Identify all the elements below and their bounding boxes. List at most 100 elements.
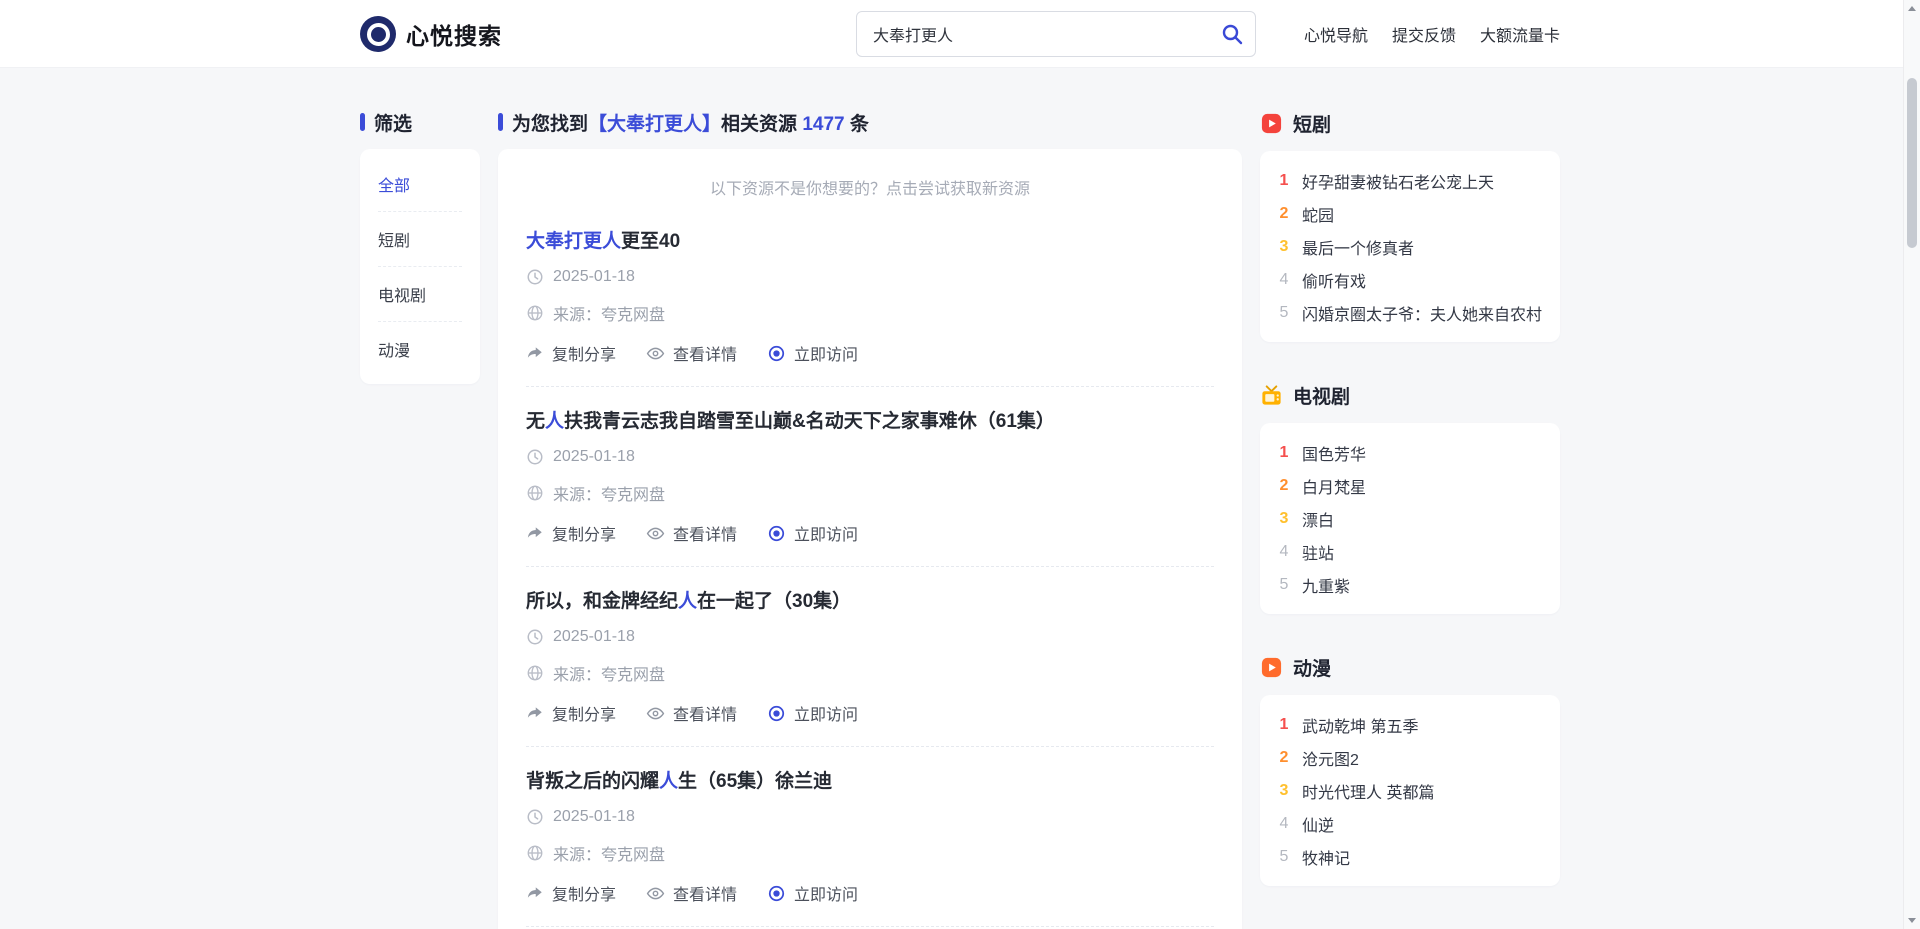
result-date: 2025-01-18 [526, 268, 1214, 286]
filter-item-tv[interactable]: 电视剧 [378, 267, 462, 322]
nav-link-data-card[interactable]: 大额流量卡 [1480, 22, 1560, 46]
globe-icon [527, 845, 543, 861]
brand-logo-icon [360, 16, 396, 52]
filter-item-anime[interactable]: 动漫 [378, 322, 462, 376]
rank-number: 3 [1279, 509, 1289, 527]
rank-list-item[interactable]: 4 仙逆 [1278, 807, 1542, 840]
play-badge-orange-icon [1261, 657, 1282, 677]
header-nav: 心悦导航 提交反馈 大额流量卡 [1304, 22, 1560, 46]
eye-icon [646, 527, 665, 539]
eye-icon [646, 707, 665, 719]
result-source: 来源：夸克网盘 [526, 841, 1214, 865]
nav-link-feedback[interactable]: 提交反馈 [1392, 22, 1456, 46]
scrollbar[interactable] [1903, 0, 1920, 929]
rank-list-item[interactable]: 4 偷听有戏 [1278, 263, 1542, 296]
rank-label: 时光代理人 英都篇 [1302, 784, 1435, 802]
eye-icon [646, 347, 665, 359]
nav-link-xinyue-daohang[interactable]: 心悦导航 [1304, 22, 1368, 46]
filter-heading: 筛选 [360, 110, 480, 135]
result-actions: 复制分享 查看详情 立即访问 [526, 341, 1214, 365]
rank-list-item[interactable]: 2 白月梵星 [1278, 469, 1542, 502]
rank-label: 武动乾坤 第五季 [1302, 718, 1419, 736]
rank-list-item[interactable]: 4 驻站 [1278, 535, 1542, 568]
copy-share-button[interactable]: 复制分享 [526, 701, 616, 725]
rank-heading: 动漫 [1260, 654, 1560, 680]
rank-label: 仙逆 [1302, 817, 1335, 835]
rank-list-item[interactable]: 5 闪婚京圈太子爷：夫人她来自农村 [1278, 296, 1542, 329]
result-title[interactable]: 背叛之后的闪耀人生（65集）徐兰迪 [526, 766, 1214, 793]
copy-share-button[interactable]: 复制分享 [526, 341, 616, 365]
rank-list-item[interactable]: 5 九重紫 [1278, 568, 1542, 601]
visit-button[interactable]: 立即访问 [767, 881, 858, 905]
rank-list-item[interactable]: 5 牧神记 [1278, 840, 1542, 873]
clock-icon [527, 809, 543, 825]
rank-number: 2 [1279, 204, 1289, 222]
rank-label: 九重紫 [1302, 578, 1351, 596]
scrollbar-up-arrow[interactable] [1904, 0, 1920, 17]
scrollbar-down-arrow[interactable] [1904, 912, 1920, 929]
rank-number: 4 [1279, 542, 1289, 560]
view-detail-button[interactable]: 查看详情 [646, 341, 737, 365]
search-bar [855, 11, 1256, 57]
rank-list-item[interactable]: 2 蛇园 [1278, 197, 1542, 230]
play-badge-red-icon [1261, 113, 1282, 133]
result-actions: 复制分享 查看详情 立即访问 [526, 521, 1214, 545]
rank-label: 驻站 [1302, 545, 1335, 563]
brand[interactable]: 心悦搜索 [360, 16, 502, 52]
clock-icon [527, 629, 543, 645]
rank-list-item[interactable]: 3 漂白 [1278, 502, 1542, 535]
result-date: 2025-01-18 [526, 808, 1214, 826]
rank-number: 1 [1279, 171, 1289, 189]
share-icon [527, 527, 542, 538]
search-input[interactable] [855, 11, 1256, 57]
rank-list-item[interactable]: 1 国色芳华 [1278, 436, 1542, 469]
rank-number: 4 [1279, 814, 1289, 832]
clock-icon [527, 269, 543, 285]
result-source: 来源：夸克网盘 [526, 481, 1214, 505]
result-title[interactable]: 所以，和金牌经纪人在一起了（30集） [526, 586, 1214, 613]
rank-list-item[interactable]: 1 好孕甜妻被钻石老公宠上天 [1278, 164, 1542, 197]
rank-number: 4 [1279, 270, 1289, 288]
rank-number: 2 [1279, 476, 1289, 494]
rank-list-item[interactable]: 2 沧元图2 [1278, 741, 1542, 774]
results-count: 1477 [802, 113, 845, 135]
rank-list-item[interactable]: 3 时光代理人 英都篇 [1278, 774, 1542, 807]
result-item: 背叛之后的闪耀人生（65集）徐兰迪 2025-01-18 来源：夸克网盘 复制分… [526, 747, 1214, 927]
visit-button[interactable]: 立即访问 [767, 521, 858, 545]
results-heading: 为您找到【大奉打更人】相关资源 1477 条 [498, 110, 1242, 135]
result-title[interactable]: 大奉打更人更至40 [526, 226, 1214, 253]
copy-share-button[interactable]: 复制分享 [526, 521, 616, 545]
visit-button[interactable]: 立即访问 [767, 341, 858, 365]
rank-list-item[interactable]: 3 最后一个修真者 [1278, 230, 1542, 263]
filter-item-all[interactable]: 全部 [378, 157, 462, 212]
result-actions: 复制分享 查看详情 立即访问 [526, 881, 1214, 905]
rank-number: 3 [1279, 237, 1289, 255]
view-detail-button[interactable]: 查看详情 [646, 521, 737, 545]
refresh-resources-link[interactable]: 以下资源不是你想要的？点击尝试获取新资源 [526, 175, 1214, 207]
globe-icon [527, 485, 543, 501]
results-keyword: 【大奉打更人】 [588, 113, 722, 135]
rank-list-item[interactable]: 1 武动乾坤 第五季 [1278, 708, 1542, 741]
rank-number: 5 [1279, 303, 1289, 321]
visit-button[interactable]: 立即访问 [767, 701, 858, 725]
search-button[interactable] [1216, 18, 1248, 50]
search-icon [1222, 24, 1243, 45]
rank-number: 1 [1279, 443, 1289, 461]
scrollbar-thumb[interactable] [1907, 78, 1917, 248]
rank-label: 闪婚京圈太子爷：夫人她来自农村 [1302, 306, 1542, 324]
rank-title: 短剧 [1293, 114, 1332, 136]
rank-label: 白月梵星 [1302, 479, 1367, 497]
rank-label: 最后一个修真者 [1302, 240, 1415, 258]
rank-label: 偷听有戏 [1302, 273, 1367, 291]
rank-label: 漂白 [1302, 512, 1335, 530]
filter-item-shortplay[interactable]: 短剧 [378, 212, 462, 267]
share-icon [527, 707, 542, 718]
view-detail-button[interactable]: 查看详情 [646, 881, 737, 905]
filter-sidebar: 筛选 全部 短剧 电视剧 动漫 [360, 110, 480, 929]
rank-title: 电视剧 [1293, 386, 1351, 408]
result-title[interactable]: 无人扶我青云志我自踏雪至山巅&名动天下之家事难休（61集） [526, 406, 1214, 433]
rankings-sidebar: 短剧 1 好孕甜妻被钻石老公宠上天 2 蛇园 3 最后一个修真者 4 偷听有戏 [1260, 110, 1560, 929]
result-item: 所以，和金牌经纪人在一起了（30集） 2025-01-18 来源：夸克网盘 复制… [526, 567, 1214, 747]
copy-share-button[interactable]: 复制分享 [526, 881, 616, 905]
view-detail-button[interactable]: 查看详情 [646, 701, 737, 725]
